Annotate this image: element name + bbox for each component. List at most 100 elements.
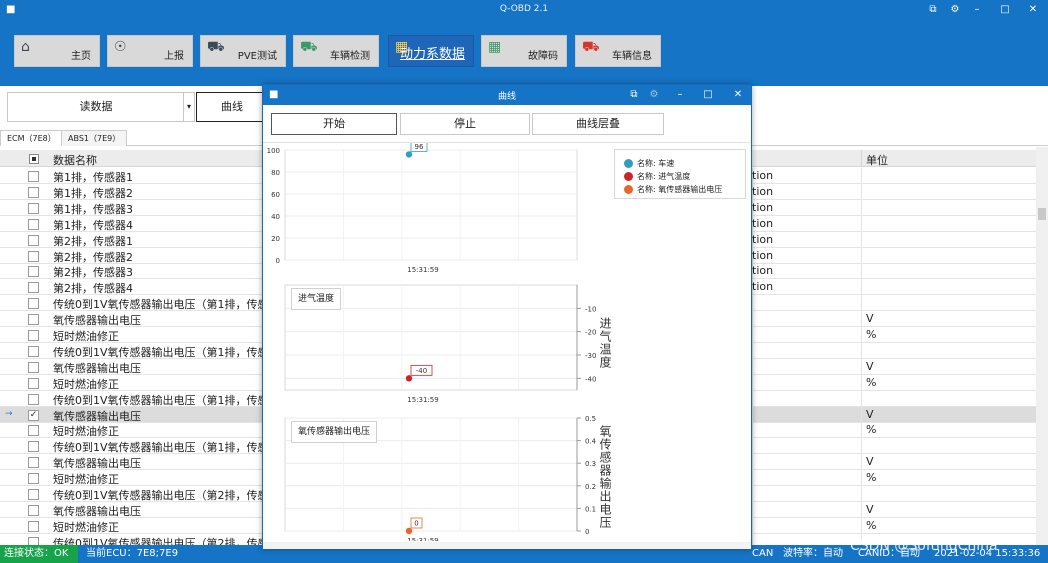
column-divider <box>752 295 753 312</box>
row-value: tion <box>752 232 774 246</box>
column-divider <box>861 374 862 391</box>
x-tick-label: 15:31:59 <box>407 537 438 541</box>
truck-icon: ⛟ <box>207 39 225 55</box>
row-checkbox[interactable] <box>28 473 39 485</box>
main-toolbar: ⌂ 主页 ☉ 上报 ⛟ PVE测试 ⛟ 车辆检测 ▦ 动力系数据 ▦ 故障码 ⛟… <box>0 20 1048 86</box>
row-checkbox[interactable]: ✓ <box>28 409 39 421</box>
column-divider <box>752 533 753 545</box>
dialog-gear-icon[interactable]: ⚙ <box>645 87 663 103</box>
row-checkbox[interactable] <box>28 361 39 373</box>
tab-ecm[interactable]: ECM（7E8） <box>0 130 63 146</box>
row-name: 氧传感器输出电压 <box>53 361 141 375</box>
close-button[interactable]: ✕ <box>1022 2 1044 18</box>
dialog-restore-icon[interactable]: ⧉ <box>625 87 643 103</box>
chart-legend: 名称: 车速 名称: 进气温度 名称: 氧传感器输出电压 <box>614 149 746 199</box>
column-divider <box>861 470 862 487</box>
overlay-curves-button[interactable]: 曲线层叠 <box>532 113 664 135</box>
row-unit: V <box>866 359 874 373</box>
row-name: 第1排，传感器2 <box>53 186 133 200</box>
row-checkbox[interactable] <box>28 218 39 230</box>
home-button[interactable]: ⌂ 主页 <box>14 35 100 67</box>
read-data-button[interactable]: 读数据 <box>7 92 185 122</box>
column-divider <box>861 358 862 375</box>
row-name: 第1排，传感器1 <box>53 171 133 184</box>
o2-voltage-axis-label: 氧传感器输出电压 <box>598 425 612 529</box>
curve-button[interactable]: 曲线 <box>196 92 268 122</box>
start-button[interactable]: 开始 <box>271 113 397 135</box>
row-checkbox[interactable] <box>28 536 39 545</box>
y-tick-label: 0.3 <box>585 460 596 468</box>
row-checkbox[interactable] <box>28 282 39 294</box>
dialog-minimize-button[interactable]: – <box>671 87 689 103</box>
row-checkbox[interactable] <box>28 377 39 389</box>
tab-abs1[interactable]: ABS1（7E9） <box>61 130 128 146</box>
row-checkbox[interactable] <box>28 202 39 214</box>
restore-window-icon[interactable]: ⧉ <box>922 2 944 18</box>
y-tick-label: 0.1 <box>585 505 596 513</box>
power-data-button[interactable]: ▦ 动力系数据 <box>388 35 474 67</box>
minimize-button[interactable]: – <box>966 2 988 18</box>
vehicle-info-button[interactable]: ⛟ 车辆信息 <box>575 35 661 67</box>
column-divider <box>861 311 862 328</box>
row-checkbox[interactable] <box>28 171 39 182</box>
column-divider <box>752 311 753 328</box>
legend-label-intake-temp: 名称: 进气温度 <box>637 172 691 181</box>
y-tick-label: -10 <box>585 305 596 313</box>
row-checkbox[interactable] <box>28 330 39 341</box>
row-unit: V <box>866 407 874 421</box>
data-point <box>405 375 413 382</box>
stop-button[interactable]: 停止 <box>400 113 530 135</box>
app-window: ■ Q-OBD 2.1 ⧉ ⚙ – □ ✕ ⌂ 主页 ☉ 上报 ⛟ PVE测试 … <box>0 0 1048 563</box>
vehicle-inspect-button[interactable]: ⛟ 车辆检测 <box>293 35 379 67</box>
report-button-label: 上报 <box>164 51 184 62</box>
row-checkbox[interactable] <box>28 186 39 198</box>
row-checkbox[interactable] <box>28 425 39 437</box>
row-name: 传统0到1V氧传感器输出电压（第2排，传感 <box>53 536 263 545</box>
row-unit: V <box>866 502 874 516</box>
report-button[interactable]: ☉ 上报 <box>107 35 193 67</box>
row-checkbox[interactable] <box>28 504 39 516</box>
read-data-dropdown[interactable]: ▾ <box>183 92 195 122</box>
row-checkbox[interactable] <box>28 345 39 357</box>
dtc-button[interactable]: ▦ 故障码 <box>481 35 567 67</box>
row-name: 短时燃油修正 <box>53 473 119 487</box>
row-checkbox[interactable] <box>28 314 39 326</box>
o2-voltage-box-label: 氧传感器输出电压 <box>291 421 378 443</box>
select-all-checkbox[interactable] <box>29 154 39 164</box>
data-point <box>405 151 413 158</box>
row-checkbox[interactable] <box>28 266 39 278</box>
x-tick-label: 15:31:59 <box>407 266 438 274</box>
pve-test-button[interactable]: ⛟ PVE测试 <box>200 35 286 67</box>
row-value: tion <box>752 200 774 214</box>
legend-item-o2-voltage: 名称: 氧传感器输出电压 <box>624 184 722 196</box>
data-point <box>405 527 413 535</box>
row-name: 第2排，传感器4 <box>53 282 133 296</box>
row-checkbox[interactable] <box>28 441 39 453</box>
globe-icon: ☉ <box>114 39 127 55</box>
row-checkbox[interactable] <box>28 489 39 500</box>
row-name: 传统0到1V氧传感器输出电压（第2排，传感 <box>53 489 263 502</box>
row-checkbox[interactable] <box>28 393 39 405</box>
row-value: tion <box>752 216 774 230</box>
row-unit: V <box>866 312 874 326</box>
dialog-maximize-button[interactable]: □ <box>699 87 717 103</box>
maximize-button[interactable]: □ <box>994 2 1016 18</box>
row-checkbox[interactable] <box>28 234 39 246</box>
current-row-arrow-icon: → <box>5 408 13 419</box>
table-scrollbar-thumb[interactable] <box>1038 208 1046 220</box>
baud-rate: 波特率：自动 <box>783 548 843 559</box>
row-checkbox[interactable] <box>28 520 39 532</box>
y-tick-label: -20 <box>585 329 596 337</box>
column-divider <box>752 390 753 407</box>
settings-gear-icon[interactable]: ⚙ <box>944 2 966 18</box>
dialog-close-button[interactable]: ✕ <box>729 87 747 103</box>
row-checkbox[interactable] <box>28 250 39 262</box>
plot-area <box>284 149 578 261</box>
row-name: 第2排，传感器1 <box>53 234 133 248</box>
row-checkbox[interactable] <box>28 457 39 469</box>
row-checkbox[interactable] <box>28 298 39 310</box>
row-name: 传统0到1V氧传感器输出电压（第1排，传感 <box>53 345 263 359</box>
row-value: tion <box>752 264 774 278</box>
table-scrollbar[interactable] <box>1036 147 1048 545</box>
can-protocol: CAN <box>752 548 774 559</box>
